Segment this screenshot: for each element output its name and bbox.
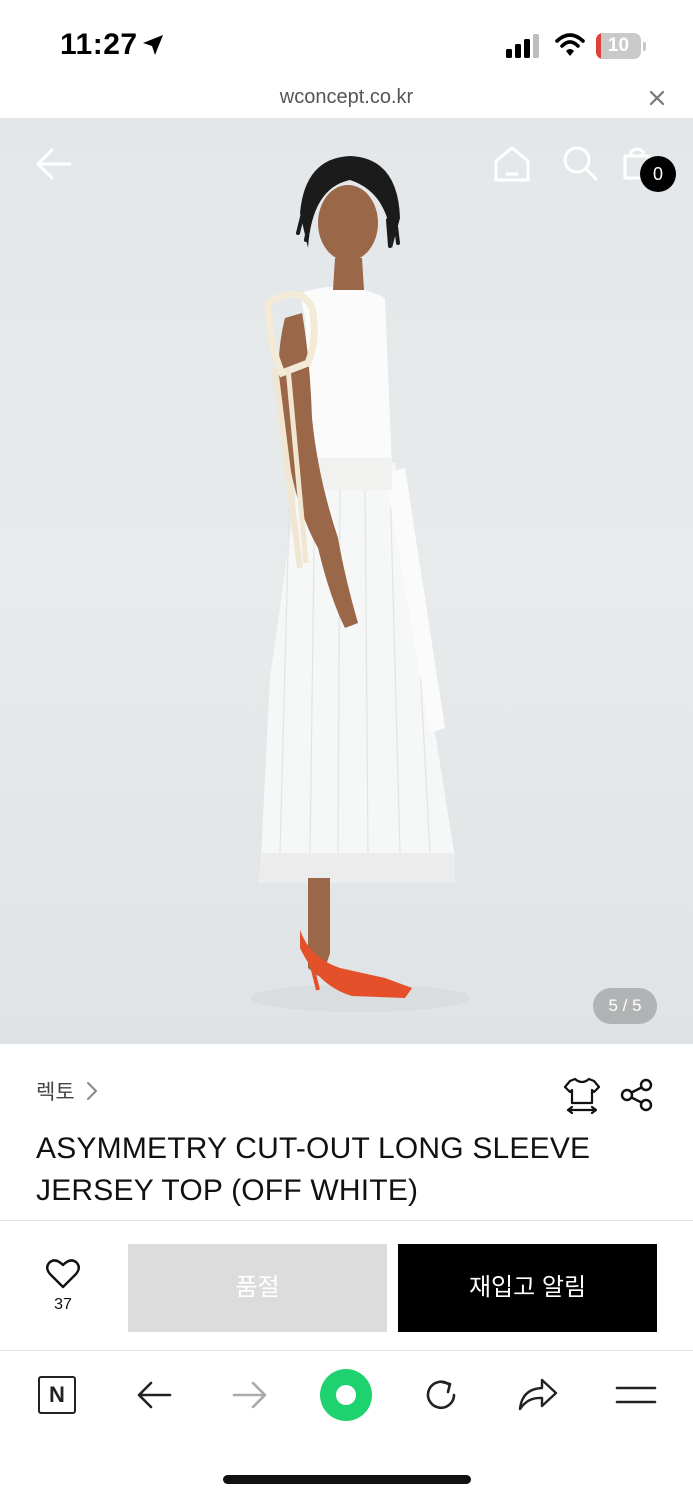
status-time: 11:27 xyxy=(60,28,138,61)
home-indicator xyxy=(223,1475,471,1484)
like-button[interactable]: 37 xyxy=(28,1258,98,1322)
share-icon[interactable] xyxy=(620,1078,654,1112)
wifi-icon xyxy=(555,33,585,56)
like-count: 37 xyxy=(54,1296,72,1313)
product-title: ASYMMETRY CUT-OUT LONG SLEEVE JERSEY TOP… xyxy=(36,1132,591,1207)
heart-icon[interactable] xyxy=(45,1258,81,1290)
brand-name[interactable]: 렉토 xyxy=(36,1076,75,1106)
status-bar: 11:27 10 xyxy=(0,0,693,84)
product-image[interactable]: 0 5 / 5 xyxy=(0,118,693,1044)
back-arrow-icon[interactable] xyxy=(34,146,74,182)
back-icon[interactable] xyxy=(136,1379,172,1411)
battery-level: 10 xyxy=(607,35,630,56)
share-icon[interactable] xyxy=(518,1377,558,1413)
cart-count-badge[interactable]: 0 xyxy=(640,156,676,192)
location-arrow-icon xyxy=(143,35,163,55)
url-text[interactable]: wconcept.co.kr xyxy=(0,86,693,109)
browser-toolbar: N xyxy=(0,1351,693,1500)
close-icon[interactable] xyxy=(647,88,667,108)
cellular-signal-icon xyxy=(506,34,539,58)
reload-icon[interactable] xyxy=(422,1376,460,1414)
url-bar[interactable]: wconcept.co.kr xyxy=(0,84,693,118)
search-icon[interactable] xyxy=(561,144,599,182)
brand-link[interactable]: 렉토 xyxy=(36,1076,99,1106)
divider xyxy=(0,1220,693,1221)
product-photo xyxy=(250,156,470,1012)
soldout-button[interactable]: 품절 xyxy=(128,1244,387,1332)
naver-icon[interactable]: N xyxy=(38,1376,76,1414)
image-counter: 5 / 5 xyxy=(593,988,657,1024)
home-icon[interactable] xyxy=(492,144,532,184)
battery-icon: 10 xyxy=(596,33,646,59)
forward-icon[interactable] xyxy=(232,1379,268,1411)
chevron-right-icon xyxy=(86,1082,98,1100)
size-guide-icon[interactable] xyxy=(564,1076,600,1114)
green-dot-icon[interactable] xyxy=(320,1369,372,1421)
menu-icon[interactable] xyxy=(615,1383,657,1407)
restock-alert-button[interactable]: 재입고 알림 xyxy=(398,1244,657,1332)
